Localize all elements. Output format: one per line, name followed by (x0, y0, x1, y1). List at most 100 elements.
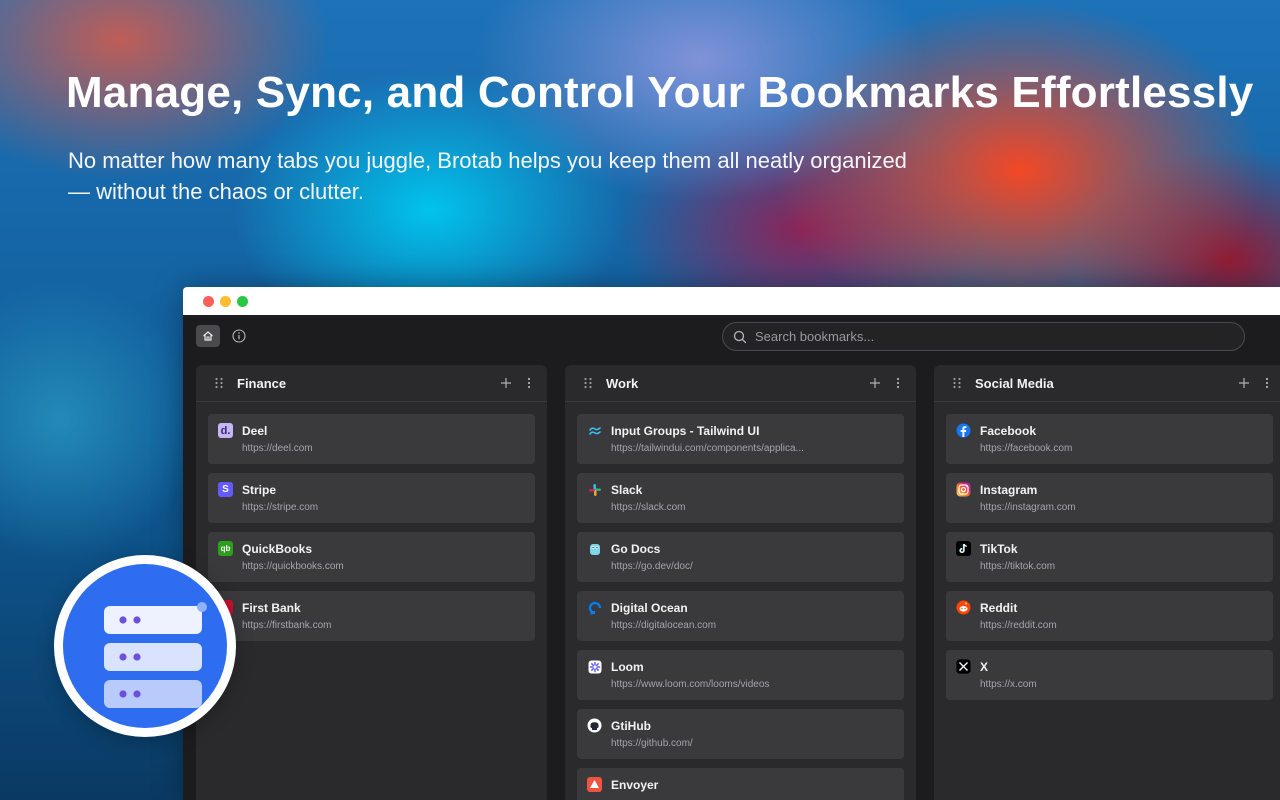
more-vertical-icon (527, 377, 531, 389)
bookmark-title: Deel (242, 424, 268, 438)
brotab-logo-badge (54, 555, 236, 737)
search-bar[interactable] (722, 322, 1245, 351)
bookmark-column-work: Work Input Groups - Tailwind UI https://… (565, 365, 916, 800)
bookmark-title: Slack (611, 483, 643, 497)
plus-icon (1239, 378, 1249, 388)
bookmark-url: https://deel.com (242, 443, 313, 454)
bookmark-card[interactable]: Input Groups - Tailwind UI https://tailw… (577, 414, 904, 464)
bookmark-title: Loom (611, 660, 644, 674)
more-vertical-icon (896, 377, 900, 389)
quickbooks-icon: qb (218, 541, 233, 556)
bookmark-url: https://github.com/ (611, 738, 693, 749)
bookmark-url: https://reddit.com (980, 620, 1057, 631)
bookmark-card[interactable]: GtiHub https://github.com/ (577, 709, 904, 759)
bookmark-url: https://firstbank.com (242, 620, 332, 631)
bookmark-title: QuickBooks (242, 542, 313, 556)
column-menu-button[interactable] (523, 374, 535, 392)
bookmark-title: TikTok (980, 542, 1018, 556)
bookmark-card[interactable]: Go Docs https://go.dev/doc/ (577, 532, 904, 582)
drag-handle-icon[interactable] (214, 377, 224, 389)
brotab-logo (63, 564, 227, 728)
close-window-button[interactable] (203, 295, 214, 307)
bookmark-card[interactable]: TikTok https://tiktok.com (946, 532, 1273, 582)
bookmark-card[interactable]: Slack https://slack.com (577, 473, 904, 523)
bookmark-title: Reddit (980, 601, 1018, 615)
bookmark-card[interactable]: S Stripe https://stripe.com (208, 473, 535, 523)
bookmark-title: X (980, 660, 989, 674)
bookmark-card[interactable]: Digital Ocean https://digitalocean.com (577, 591, 904, 641)
app-window: Finance d. Deel https://deel.com S Strip… (183, 287, 1280, 800)
drag-handle-icon[interactable] (952, 377, 962, 389)
hero-subtitle-line-2: — without the chaos or clutter. (68, 179, 364, 204)
bookmark-title: Digital Ocean (611, 601, 688, 615)
home-button[interactable] (196, 325, 220, 347)
envoyer-icon (587, 777, 602, 792)
home-icon (203, 331, 213, 341)
bookmark-url: https://go.dev/doc/ (611, 561, 693, 572)
bookmark-url: https://tiktok.com (980, 561, 1056, 572)
column-title: Finance (237, 375, 287, 391)
column-menu-button[interactable] (892, 374, 904, 392)
column-header: Finance (196, 365, 547, 402)
deel-icon: d. (218, 423, 233, 438)
bookmark-title: Stripe (242, 483, 277, 497)
brotab-logo-icon (104, 602, 207, 708)
reddit-icon (956, 600, 971, 615)
plus-icon (501, 378, 511, 388)
bookmark-card[interactable]: First Bank https://firstbank.com (208, 591, 535, 641)
github-icon (587, 718, 602, 733)
info-icon (232, 329, 246, 343)
bookmark-column-social-media: Social Media Facebook https://facebook.c… (934, 365, 1280, 800)
bookmark-url: https://facebook.com (980, 443, 1073, 454)
add-bookmark-button[interactable] (497, 374, 515, 392)
bookmark-title: Go Docs (611, 542, 661, 556)
search-icon (733, 330, 747, 343)
hero-title: Manage, Sync, and Control Your Bookmarks… (66, 68, 1254, 117)
add-bookmark-button[interactable] (866, 374, 884, 392)
bookmark-url: https://slack.com (611, 502, 686, 513)
bookmark-card[interactable]: qb QuickBooks https://quickbooks.com (208, 532, 535, 582)
instagram-icon (956, 482, 971, 497)
bookmark-title: Instagram (980, 483, 1038, 497)
facebook-icon (956, 423, 971, 438)
tailwind-icon (587, 423, 602, 438)
add-bookmark-button[interactable] (1235, 374, 1253, 392)
bookmark-url: https://digitalocean.com (611, 620, 717, 631)
window-titlebar (183, 287, 1280, 315)
plus-icon (870, 378, 880, 388)
bookmark-url: https://tailwindui.com/components/applic… (611, 443, 804, 454)
gopher-icon (587, 541, 602, 556)
bookmark-card[interactable]: Instagram https://instagram.com (946, 473, 1273, 523)
bookmark-column-finance: Finance d. Deel https://deel.com S Strip… (196, 365, 547, 800)
bookmark-url: https://stripe.com (242, 502, 319, 513)
bookmark-card[interactable]: Loom https://www.loom.com/looms/videos (577, 650, 904, 700)
maximize-window-button[interactable] (237, 295, 248, 307)
stripe-icon: S (218, 482, 233, 497)
bookmark-url: https://instagram.com (980, 502, 1076, 513)
bookmark-url: https://www.loom.com/looms/videos (611, 679, 770, 690)
bookmark-card[interactable]: X https://x.com (946, 650, 1273, 700)
hero-subtitle-line-1: No matter how many tabs you juggle, Brot… (68, 148, 907, 173)
bookmark-url: https://quickbooks.com (242, 561, 344, 572)
bookmark-list: Input Groups - Tailwind UI https://tailw… (565, 402, 916, 800)
minimize-window-button[interactable] (220, 295, 231, 307)
drag-handle-icon[interactable] (583, 377, 593, 389)
bookmark-title: GtiHub (611, 719, 651, 733)
bookmark-url: https://x.com (980, 679, 1037, 690)
bookmark-title: First Bank (242, 601, 301, 615)
search-input[interactable] (755, 329, 1195, 344)
column-menu-button[interactable] (1261, 374, 1273, 392)
bookmark-card[interactable]: Envoyer (577, 768, 904, 800)
bookmark-title: Envoyer (611, 778, 659, 792)
bookmark-card[interactable]: d. Deel https://deel.com (208, 414, 535, 464)
hero-subtitle: No matter how many tabs you juggle, Brot… (68, 145, 1068, 207)
bookmark-card[interactable]: Facebook https://facebook.com (946, 414, 1273, 464)
column-title: Work (606, 375, 639, 391)
bookmark-title: Input Groups - Tailwind UI (611, 424, 760, 438)
digitalocean-icon (587, 600, 602, 615)
bookmark-title: Facebook (980, 424, 1037, 438)
bookmark-card[interactable]: Reddit https://reddit.com (946, 591, 1273, 641)
info-button[interactable] (231, 328, 247, 344)
slack-icon (587, 482, 602, 497)
tiktok-icon (956, 541, 971, 556)
